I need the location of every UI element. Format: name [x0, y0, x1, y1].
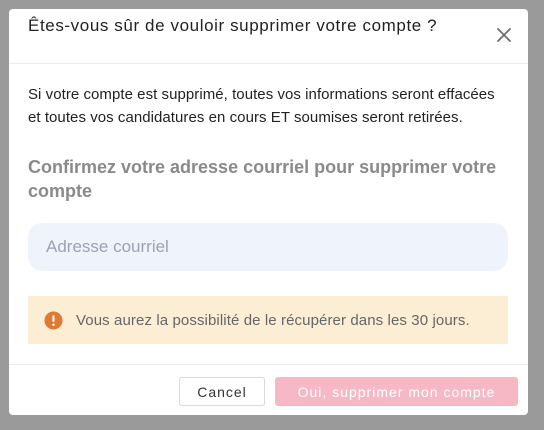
- cancel-button[interactable]: Cancel: [179, 377, 265, 406]
- dialog-footer: Cancel Oui, supprimer mon compte: [9, 364, 528, 415]
- delete-account-button[interactable]: Oui, supprimer mon compte: [275, 377, 518, 406]
- dialog-title: Êtes-vous sûr de vouloir supprimer votre…: [28, 16, 438, 35]
- dialog-body: Si votre compte est supprimé, toutes vos…: [28, 83, 508, 271]
- warning-banner: Vous aurez la possibilité de le récupére…: [28, 296, 508, 344]
- email-input[interactable]: [28, 223, 508, 271]
- warning-text: Vous aurez la possibilité de le récupére…: [76, 311, 470, 329]
- close-icon: [497, 28, 511, 42]
- exclamation-circle-icon: [44, 310, 63, 330]
- confirm-email-label: Confirmez votre adresse courriel pour su…: [28, 157, 497, 201]
- delete-account-dialog: Êtes-vous sûr de vouloir supprimer votre…: [9, 9, 528, 415]
- dialog-header: Êtes-vous sûr de vouloir supprimer votre…: [9, 9, 528, 64]
- deletion-message: Si votre compte est supprimé, toutes vos…: [28, 86, 495, 126]
- close-button[interactable]: [495, 26, 513, 44]
